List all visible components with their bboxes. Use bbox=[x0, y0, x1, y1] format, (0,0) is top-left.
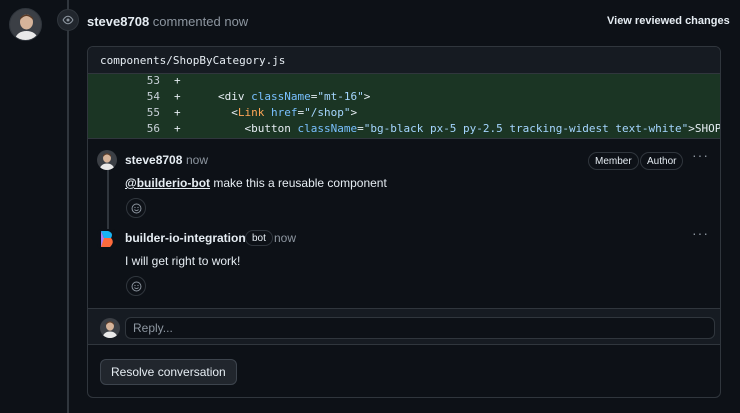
code-token: <button bbox=[218, 122, 298, 135]
code-token: = bbox=[357, 122, 364, 135]
diff-line: 55 + <Link href="/shop"> bbox=[88, 106, 720, 122]
file-path[interactable]: components/ShopByCategory.js bbox=[88, 47, 720, 74]
diff-line: 53 + bbox=[88, 74, 720, 90]
reply-avatar bbox=[100, 318, 120, 338]
comment-avatar[interactable] bbox=[97, 150, 117, 170]
avatar[interactable] bbox=[9, 8, 42, 41]
code-token: className bbox=[297, 122, 358, 135]
event-time[interactable]: now bbox=[224, 14, 248, 29]
add-reaction-button[interactable] bbox=[126, 198, 146, 218]
comment-body: @builderio-bot make this a reusable comp… bbox=[125, 176, 387, 190]
event-author[interactable]: steve8708 bbox=[87, 14, 149, 29]
mention-link[interactable]: @builderio-bot bbox=[125, 176, 210, 190]
code-token: className bbox=[251, 90, 311, 103]
code-token: "bg-black px-5 py-2.5 tracking-widest te… bbox=[363, 122, 689, 135]
comment-time[interactable]: now bbox=[186, 153, 208, 167]
line-number[interactable]: 53 bbox=[134, 74, 160, 87]
code-token: < bbox=[218, 106, 238, 119]
reply-input[interactable] bbox=[125, 317, 715, 339]
code-token: "mt-16" bbox=[317, 90, 364, 103]
code-text: <div className="mt-16"> bbox=[218, 90, 370, 103]
code-token: href bbox=[264, 106, 298, 119]
comment-time[interactable]: now bbox=[274, 231, 296, 245]
code-token: > bbox=[350, 106, 358, 119]
review-thread-box: components/ShopByCategory.js 53 +54 + <div … bbox=[87, 46, 721, 398]
comment-text: make this a reusable component bbox=[210, 176, 387, 190]
reply-area bbox=[88, 308, 720, 345]
builder-logo-icon[interactable] bbox=[97, 229, 117, 249]
comment-body: I will get right to work! bbox=[125, 254, 241, 268]
diff-line: 54 + <div className="mt-16"> bbox=[88, 90, 720, 106]
timeline-line bbox=[67, 0, 69, 413]
diff-added-marker: + bbox=[174, 74, 181, 87]
code-token: >SHOP ALL</button> bbox=[688, 122, 720, 135]
timeline-event-header: steve8708 commented now bbox=[87, 14, 248, 29]
smiley-icon bbox=[131, 281, 141, 291]
diff-line: 56 + <button className="bg-black px-5 py-… bbox=[88, 122, 720, 138]
line-number[interactable]: 56 bbox=[134, 122, 160, 135]
diff-added-marker: + bbox=[174, 90, 181, 103]
diff-added-marker: + bbox=[174, 106, 181, 119]
line-number[interactable]: 54 bbox=[134, 90, 160, 103]
bot-badge: bot bbox=[245, 230, 273, 246]
code-token: "/shop" bbox=[304, 106, 351, 119]
code-text: <button className="bg-black px-5 py-2.5 … bbox=[218, 122, 720, 135]
diff-added-marker: + bbox=[174, 122, 181, 135]
resolve-conversation-button[interactable]: Resolve conversation bbox=[100, 359, 237, 385]
eye-icon bbox=[57, 9, 79, 31]
view-reviewed-changes-link[interactable]: View reviewed changes bbox=[607, 15, 730, 27]
add-reaction-button[interactable] bbox=[126, 276, 146, 296]
pr-review-page: steve8708 commented now View reviewed ch… bbox=[0, 0, 740, 413]
smiley-icon bbox=[131, 203, 141, 213]
comment-options-button[interactable]: ··· bbox=[692, 147, 709, 163]
code-token: Link bbox=[237, 106, 265, 119]
line-number[interactable]: 55 bbox=[134, 106, 160, 119]
author-badge: Author bbox=[640, 152, 684, 170]
code-text: <Link href="/shop"> bbox=[218, 106, 357, 119]
code-token: > bbox=[363, 90, 371, 103]
comment-options-button[interactable]: ··· bbox=[692, 225, 709, 241]
member-badge: Member bbox=[588, 152, 639, 170]
diff-lines: 53 +54 + <div className="mt-16"> 55 + <Link h… bbox=[88, 74, 720, 138]
code-token: <div bbox=[218, 90, 252, 103]
event-action: commented bbox=[152, 14, 221, 29]
comment-author[interactable]: builder-io-integration bbox=[125, 231, 246, 245]
thread-connector bbox=[107, 169, 109, 229]
comment-author[interactable]: steve8708 bbox=[125, 153, 182, 167]
